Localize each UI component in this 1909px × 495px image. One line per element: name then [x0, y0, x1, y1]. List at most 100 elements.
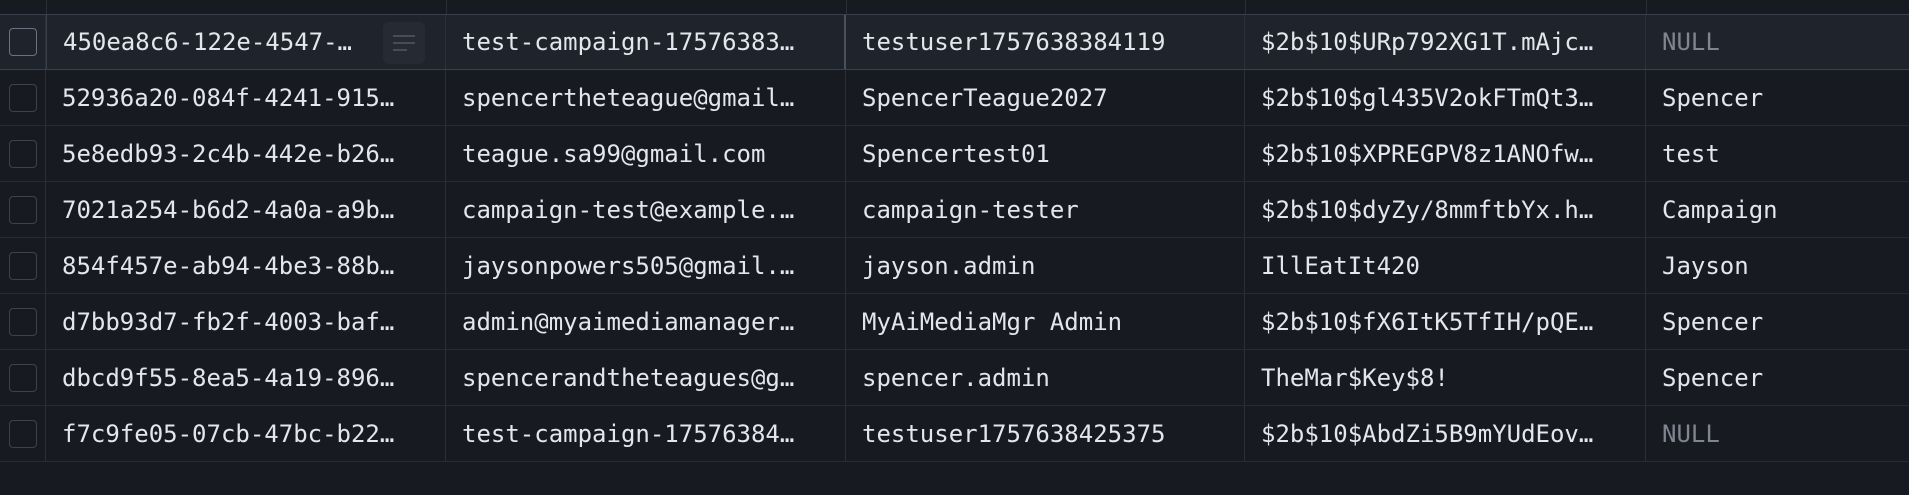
first-name-cell[interactable]: Jayson — [1646, 238, 1909, 293]
table-row[interactable]: 7021a254-b6d2-4a0a-a9b… campaign-test@exa… — [0, 182, 1909, 238]
username-cell[interactable]: testuser1757638425375 — [846, 406, 1245, 461]
first-name-cell[interactable]: Spencer — [1646, 70, 1909, 125]
password-cell-text: $2b$10$URp792XG1T.mAjc… — [1261, 28, 1594, 56]
username-cell-text: MyAiMediaMgr Admin — [862, 307, 1123, 336]
email-cell[interactable]: teague.sa99@gmail.com — [446, 126, 846, 181]
email-cell-text: teague.sa99@gmail.com — [462, 139, 766, 168]
table-row[interactable]: 854f457e-ab94-4be3-88b… jaysonpowers505@g… — [0, 238, 1909, 294]
first-name-cell-text: test — [1662, 139, 1720, 168]
row-select-cell — [0, 238, 46, 293]
email-cell[interactable]: test-campaign-17576384… — [446, 406, 846, 461]
row-checkbox[interactable] — [8, 251, 37, 280]
username-cell-text: spencer.admin — [862, 363, 1050, 392]
table-row[interactable]: 52936a20-084f-4241-915… spencertheteague@… — [0, 70, 1909, 126]
password-cell[interactable]: $2b$10$XPREGPV8z1ANOfw… — [1245, 126, 1646, 181]
row-checkbox[interactable] — [8, 83, 37, 112]
email-cell[interactable]: spencerandtheteagues@g… — [446, 350, 846, 405]
id-cell-text: 854f457e-ab94-4be3-88b… — [62, 251, 395, 280]
email-cell[interactable]: spencertheteague@gmail… — [446, 70, 846, 125]
id-cell[interactable]: 450ea8c6-122e-4547-… — [46, 15, 446, 69]
first-name-cell[interactable]: Campaign — [1646, 182, 1909, 237]
username-cell[interactable]: campaign-tester — [846, 182, 1245, 237]
table-row[interactable]: 450ea8c6-122e-4547-… test-campaign-175763… — [0, 14, 1909, 70]
first-name-cell[interactable]: test — [1646, 126, 1909, 181]
email-cell-text: spencertheteague@gmail… — [462, 83, 795, 112]
password-cell-text: IllEatIt420 — [1261, 251, 1420, 280]
id-cell-text: d7bb93d7-fb2f-4003-baf… — [62, 307, 395, 336]
first-name-cell-text: Spencer — [1662, 307, 1764, 336]
password-cell-text: $2b$10$XPREGPV8z1ANOfw… — [1261, 139, 1594, 168]
password-cell-text: TheMar$Key$8! — [1261, 363, 1449, 392]
username-cell[interactable]: spencer.admin — [846, 350, 1245, 405]
password-cell[interactable]: $2b$10$gl435V2okFTmQt3… — [1245, 70, 1646, 125]
password-cell[interactable]: TheMar$Key$8! — [1245, 350, 1646, 405]
password-cell[interactable]: IllEatIt420 — [1245, 238, 1646, 293]
first-name-cell-text: Spencer — [1662, 83, 1764, 112]
id-cell[interactable]: d7bb93d7-fb2f-4003-baf… — [46, 294, 446, 349]
row-checkbox[interactable] — [8, 307, 37, 336]
table-row[interactable]: d7bb93d7-fb2f-4003-baf… admin@myaimediama… — [0, 294, 1909, 350]
email-cell[interactable]: test-campaign-17576383… — [446, 15, 846, 69]
row-checkbox[interactable] — [8, 363, 37, 392]
grid-top-strip — [0, 0, 1909, 15]
username-cell[interactable]: SpencerTeague2027 — [846, 70, 1245, 125]
id-cell-text: 5e8edb93-2c4b-442e-b26… — [62, 139, 395, 168]
username-cell[interactable]: MyAiMediaMgr Admin — [846, 294, 1245, 349]
id-cell[interactable]: 52936a20-084f-4241-915… — [46, 70, 446, 125]
username-cell-text: campaign-tester — [862, 195, 1079, 224]
id-cell[interactable]: 7021a254-b6d2-4a0a-a9b… — [46, 182, 446, 237]
first-name-cell-text: NULL — [1662, 28, 1720, 56]
email-cell[interactable]: jaysonpowers505@gmail.… — [446, 238, 846, 293]
row-checkbox[interactable] — [8, 139, 37, 168]
id-cell[interactable]: f7c9fe05-07cb-47bc-b22… — [46, 406, 446, 461]
row-select-cell — [0, 126, 46, 181]
id-cell-text: 52936a20-084f-4241-915… — [62, 83, 395, 112]
password-cell-text: $2b$10$dyZy/8mmftbYx.h… — [1261, 195, 1594, 224]
id-cell[interactable]: 5e8edb93-2c4b-442e-b26… — [46, 126, 446, 181]
username-cell[interactable]: jayson.admin — [846, 238, 1245, 293]
email-cell[interactable]: campaign-test@example.… — [446, 182, 846, 237]
id-cell-text: 450ea8c6-122e-4547-… — [63, 28, 352, 56]
table-row[interactable]: 5e8edb93-2c4b-442e-b26… teague.sa99@gmail… — [0, 126, 1909, 182]
email-cell[interactable]: admin@myaimediamanager… — [446, 294, 846, 349]
id-cell-text: 7021a254-b6d2-4a0a-a9b… — [62, 195, 395, 224]
first-name-cell-text: Spencer — [1662, 363, 1764, 392]
table-row[interactable]: dbcd9f55-8ea5-4a19-896… spencerandtheteag… — [0, 350, 1909, 406]
first-name-cell[interactable]: Spencer — [1646, 294, 1909, 349]
row-select-cell — [0, 406, 46, 461]
row-select-cell — [0, 294, 46, 349]
password-cell[interactable]: $2b$10$AbdZi5B9mYUdEov… — [1245, 406, 1646, 461]
username-cell[interactable]: Spencertest01 — [846, 126, 1245, 181]
email-cell-text: test-campaign-17576383… — [462, 28, 795, 56]
username-cell[interactable]: testuser1757638384119 — [846, 15, 1245, 69]
password-cell[interactable]: $2b$10$URp792XG1T.mAjc… — [1245, 15, 1646, 69]
password-cell-text: $2b$10$AbdZi5B9mYUdEov… — [1261, 419, 1594, 448]
username-cell-text: testuser1757638384119 — [862, 28, 1166, 56]
row-select-cell — [0, 70, 46, 125]
id-cell[interactable]: dbcd9f55-8ea5-4a19-896… — [46, 350, 446, 405]
row-checkbox[interactable] — [8, 195, 37, 224]
text-lines-icon[interactable] — [383, 22, 425, 64]
id-cell[interactable]: 854f457e-ab94-4be3-88b… — [46, 238, 446, 293]
row-select-cell — [0, 182, 46, 237]
username-cell-text: jayson.admin — [862, 251, 1036, 280]
first-name-cell-text: Jayson — [1662, 251, 1749, 280]
password-cell-text: $2b$10$gl435V2okFTmQt3… — [1261, 83, 1594, 112]
id-cell-text: f7c9fe05-07cb-47bc-b22… — [62, 419, 395, 448]
email-cell-text: campaign-test@example.… — [462, 195, 795, 224]
row-checkbox[interactable] — [8, 419, 37, 448]
password-cell[interactable]: $2b$10$fX6ItK5TfIH/pQE… — [1245, 294, 1646, 349]
row-checkbox[interactable] — [8, 28, 37, 56]
password-cell[interactable]: $2b$10$dyZy/8mmftbYx.h… — [1245, 182, 1646, 237]
first-name-cell[interactable]: Spencer — [1646, 350, 1909, 405]
table-row[interactable]: f7c9fe05-07cb-47bc-b22… test-campaign-175… — [0, 406, 1909, 462]
first-name-cell[interactable]: NULL — [1646, 406, 1909, 461]
data-grid: 450ea8c6-122e-4547-… test-campaign-175763… — [0, 0, 1909, 495]
username-cell-text: SpencerTeague2027 — [862, 83, 1108, 112]
first-name-cell[interactable]: NULL — [1646, 15, 1909, 69]
email-cell-text: jaysonpowers505@gmail.… — [462, 251, 795, 280]
password-cell-text: $2b$10$fX6ItK5TfIH/pQE… — [1261, 307, 1594, 336]
username-cell-text: testuser1757638425375 — [862, 419, 1166, 448]
first-name-cell-text: Campaign — [1662, 195, 1778, 224]
id-cell-text: dbcd9f55-8ea5-4a19-896… — [62, 363, 395, 392]
